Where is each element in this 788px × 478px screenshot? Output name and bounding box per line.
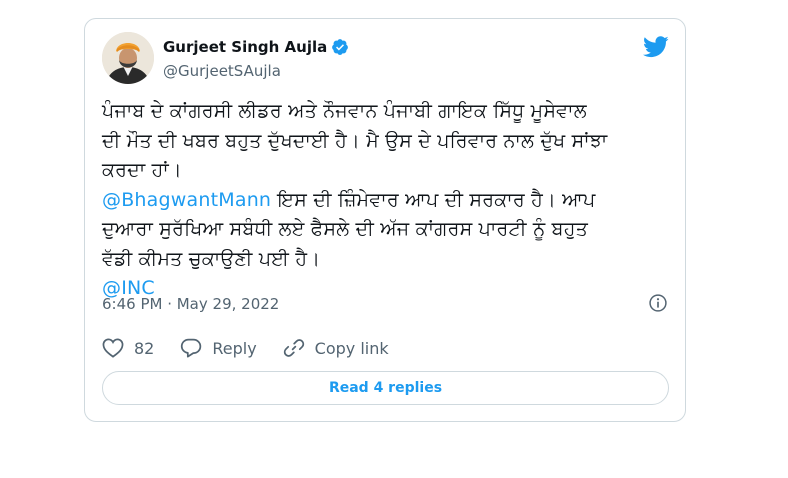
copy-link-label: Copy link	[314, 338, 389, 358]
tweet-text-line: ਕਰਦਾ ਹਾਂ।	[102, 159, 182, 181]
like-count: 82	[134, 338, 155, 358]
reply-button[interactable]: Reply	[180, 338, 257, 358]
author-name-row[interactable]: Gurjeet Singh Aujla	[163, 38, 349, 56]
info-icon[interactable]	[648, 293, 668, 313]
verified-badge-icon	[332, 39, 349, 55]
author-handle[interactable]: @GurjeetSAujla	[163, 62, 281, 80]
tweet-text-line: ਪੰਜਾਬ ਦੇ ਕਾਂਗਰਸੀ ਲੀਡਰ ਅਤੇ ਨੌਜਵਾਨ ਪੰਜਾਬੀ …	[102, 100, 587, 122]
twitter-bird-icon[interactable]	[643, 36, 669, 58]
mention-link-bhagwantmann[interactable]: @BhagwantMann	[102, 189, 271, 211]
avatar-image	[102, 32, 154, 84]
copy-link-button[interactable]: Copy link	[283, 337, 389, 359]
tweet-text-line: ਦੁਆਰਾ ਸੁਰੱਖਿਆ ਸਬੰਧੀ ਲਏ ਫੈਸਲੇ ਦੀ ਅੱਜ ਕਾਂਗ…	[102, 218, 588, 240]
avatar[interactable]	[102, 32, 154, 84]
read-replies-button[interactable]: Read 4 replies	[102, 371, 669, 405]
tweet-card[interactable]: Gurjeet Singh Aujla @GurjeetSAujla ਪੰਜਾਬ…	[84, 18, 686, 422]
read-replies-label: Read 4 replies	[328, 380, 443, 396]
like-button[interactable]: 82	[102, 338, 154, 358]
link-icon	[283, 339, 304, 357]
tweet-text-line: ਦੀ ਮੌਤ ਦੀ ਖਬਰ ਬਹੁਤ ਦੁੱਖਦਾਈ ਹੈ। ਮੈ ਉਸ ਦੇ …	[102, 129, 608, 152]
tweet-text-fragment: ਇਸ ਦੀ ਜ਼ਿੰਮੇਵਾਰ ਆਪ ਦੀ ਸਰਕਾਰ ਹੈ। ਆਪ	[271, 188, 596, 211]
tweet-text-line-with-mention: @BhagwantMann ਇਸ ਦੀ ਜ਼ਿੰਮੇਵਾਰ ਆਪ ਦੀ ਸਰਕਾ…	[102, 186, 672, 216]
heart-icon	[102, 338, 124, 358]
reply-label: Reply	[212, 338, 257, 358]
tweet-actions: 82 Reply Copy link	[102, 337, 415, 359]
tweet-timestamp[interactable]: 6:46 PM · May 29, 2022	[102, 295, 279, 313]
author-name[interactable]: Gurjeet Singh Aujla	[163, 38, 327, 56]
tweet-text-line: ਵੱਡੀ ਕੀਮਤ ਚੁਕਾਉਣੀ ਪਈ ਹੈ।	[102, 247, 321, 270]
tweet-text: ਪੰਜਾਬ ਦੇ ਕਾਂਗਰਸੀ ਲੀਡਰ ਅਤੇ ਨੌਜਵਾਨ ਪੰਜਾਬੀ …	[102, 97, 672, 304]
reply-bubble-icon	[181, 338, 202, 358]
